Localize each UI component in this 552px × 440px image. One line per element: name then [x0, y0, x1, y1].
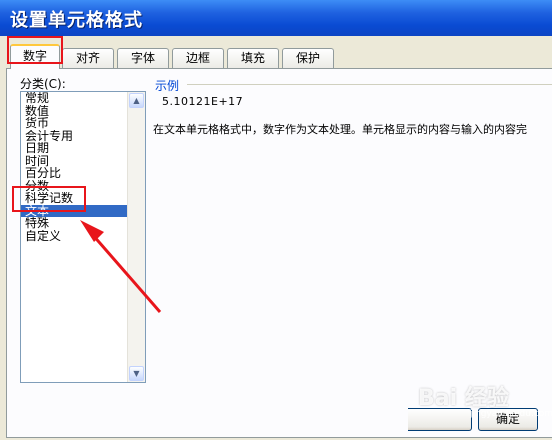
watermark-logo: Bai 经验	[418, 386, 509, 411]
scroll-up-icon[interactable]: ▲	[129, 93, 144, 108]
category-list: 常规 数值 货币 会计专用 日期 时间 百分比 分数 科学记数 文本 特殊 自定…	[21, 92, 129, 242]
list-item-date[interactable]: 日期	[21, 142, 129, 155]
sample-divider	[187, 84, 552, 85]
watermark-url: jingyan.baidu.com	[470, 409, 552, 419]
tab-border[interactable]: 边框	[172, 48, 224, 68]
list-item-scientific[interactable]: 科学记数	[21, 192, 129, 205]
format-description: 在文本单元格格式中，数字作为文本处理。单元格显示的内容与输入的内容完	[153, 123, 527, 136]
list-item-special[interactable]: 特殊	[21, 217, 129, 230]
tab-fill[interactable]: 填充	[227, 48, 279, 68]
window-title: 设置单元格格式	[10, 10, 143, 31]
tab-number[interactable]: 数字	[10, 44, 60, 69]
list-item-general[interactable]: 常规	[21, 92, 129, 105]
list-item-accounting[interactable]: 会计专用	[21, 130, 129, 143]
list-item-percentage[interactable]: 百分比	[21, 167, 129, 180]
category-label: 分类(C):	[20, 77, 66, 91]
sample-value: 5.10121E+17	[162, 95, 244, 108]
title-bar[interactable]: 设置单元格格式	[0, 0, 552, 36]
list-item-custom[interactable]: 自定义	[21, 230, 129, 243]
scroll-down-icon[interactable]: ▼	[129, 366, 144, 381]
category-listbox[interactable]: 常规 数值 货币 会计专用 日期 时间 百分比 分数 科学记数 文本 特殊 自定…	[20, 91, 146, 383]
tab-alignment[interactable]: 对齐	[62, 48, 114, 68]
tab-font[interactable]: 字体	[117, 48, 169, 68]
list-item-currency[interactable]: 货币	[21, 117, 129, 130]
category-scrollbar[interactable]: ▲ ▼	[127, 92, 145, 382]
list-item-time[interactable]: 时间	[21, 155, 129, 168]
sample-label: 示例	[155, 79, 180, 93]
list-item-number[interactable]: 数值	[21, 105, 129, 118]
tab-protection[interactable]: 保护	[282, 48, 334, 68]
list-item-text[interactable]: 文本	[21, 204, 129, 217]
list-item-fraction[interactable]: 分数	[21, 180, 129, 193]
